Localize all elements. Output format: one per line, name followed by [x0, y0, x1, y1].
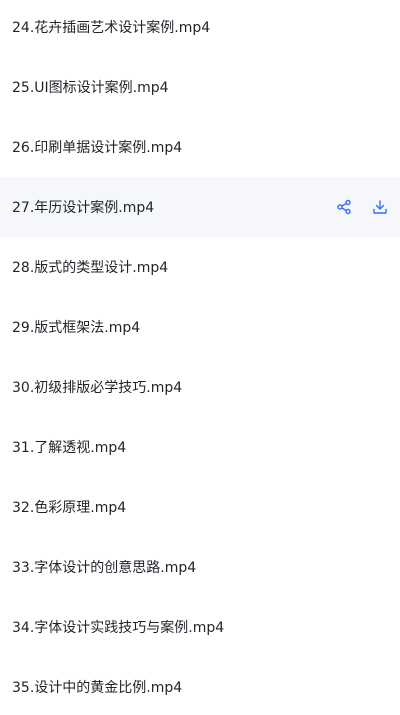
- file-list: 24.花卉插画艺术设计案例.mp4 25.UI图标设计案例.mp4 26.印刷单…: [0, 0, 400, 712]
- file-name: 29.版式框架法.mp4: [12, 320, 141, 336]
- file-name: 34.字体设计实践技巧与案例.mp4: [12, 620, 225, 636]
- download-icon[interactable]: [372, 199, 388, 215]
- file-name: 31.了解透视.mp4: [12, 440, 127, 456]
- file-name: 28.版式的类型设计.mp4: [12, 260, 169, 276]
- file-name: 35.设计中的黄金比例.mp4: [12, 680, 183, 696]
- share-icon[interactable]: [336, 199, 352, 215]
- file-name: 26.印刷单据设计案例.mp4: [12, 140, 183, 156]
- file-row[interactable]: 30.初级排版必学技巧.mp4: [0, 357, 400, 417]
- file-row[interactable]: 33.字体设计的创意思路.mp4: [0, 537, 400, 597]
- file-name: 32.色彩原理.mp4: [12, 500, 127, 516]
- file-row[interactable]: 32.色彩原理.mp4: [0, 477, 400, 537]
- file-row[interactable]: 35.设计中的黄金比例.mp4: [0, 657, 400, 715]
- file-row[interactable]: 25.UI图标设计案例.mp4: [0, 57, 400, 117]
- file-name: 33.字体设计的创意思路.mp4: [12, 560, 197, 576]
- file-row[interactable]: 31.了解透视.mp4: [0, 417, 400, 477]
- file-name: 24.花卉插画艺术设计案例.mp4: [12, 20, 211, 36]
- file-row[interactable]: 29.版式框架法.mp4: [0, 297, 400, 357]
- file-row[interactable]: 28.版式的类型设计.mp4: [0, 237, 400, 297]
- file-name: 25.UI图标设计案例.mp4: [12, 80, 169, 96]
- file-row[interactable]: 26.印刷单据设计案例.mp4: [0, 117, 400, 177]
- file-row-hovered[interactable]: 27.年历设计案例.mp4: [0, 177, 400, 237]
- file-row[interactable]: 24.花卉插画艺术设计案例.mp4: [0, 0, 400, 57]
- file-name: 27.年历设计案例.mp4: [12, 200, 155, 216]
- file-row[interactable]: 34.字体设计实践技巧与案例.mp4: [0, 597, 400, 657]
- file-name: 30.初级排版必学技巧.mp4: [12, 380, 183, 396]
- row-actions: [336, 199, 400, 215]
